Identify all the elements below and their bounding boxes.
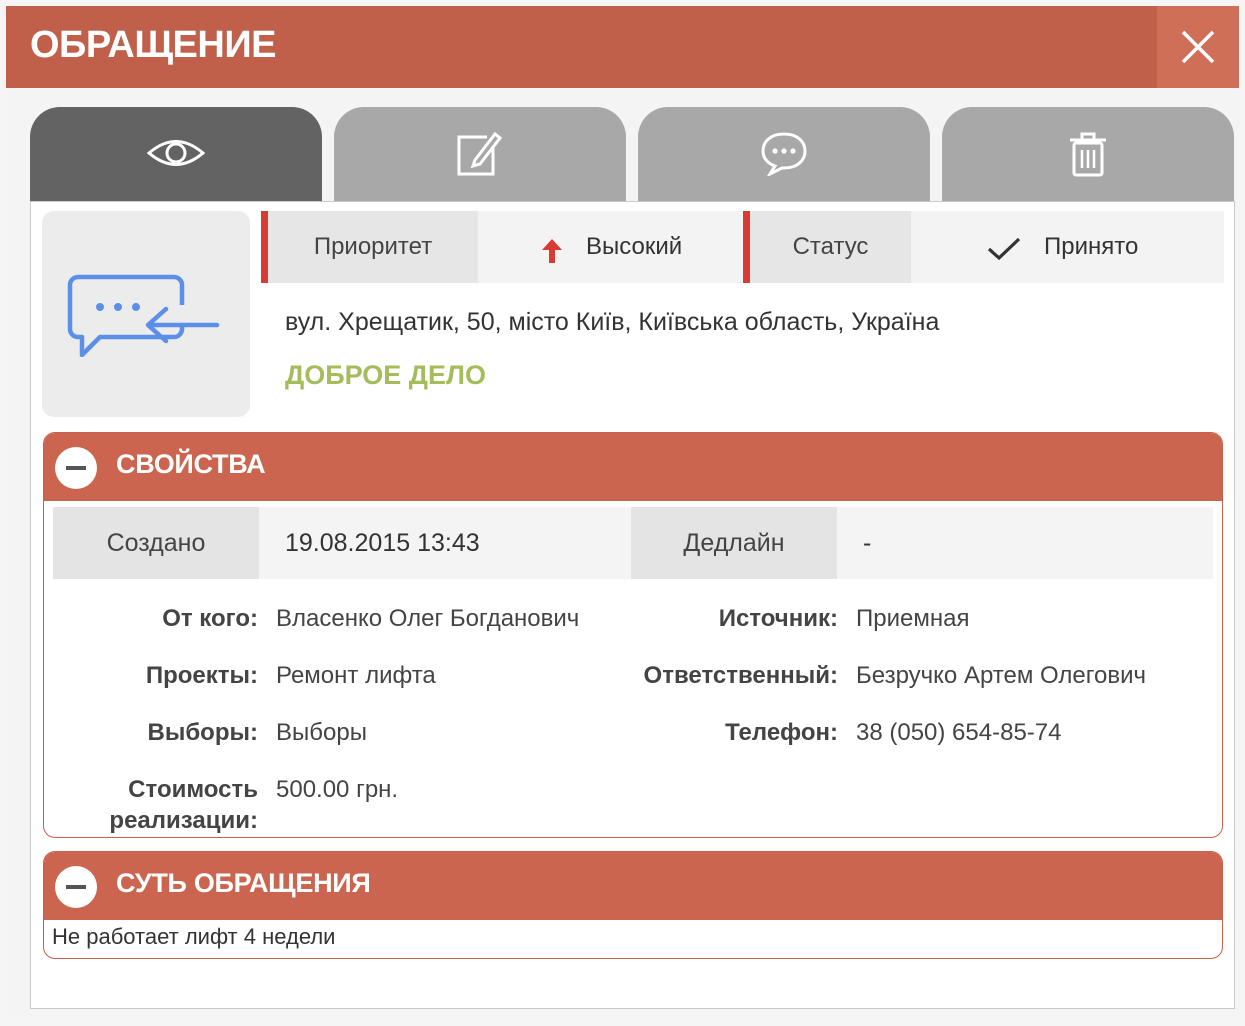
created-value: 19.08.2015 13:43 <box>259 507 631 579</box>
cost-label-line1: Стоимость <box>128 776 258 803</box>
request-panel: Приоритет Высокий Статус Принято вул. Хр… <box>30 201 1235 1009</box>
tab-view[interactable] <box>30 107 322 201</box>
tab-delete[interactable] <box>942 107 1234 201</box>
essence-title: СУТЬ ОБРАЩЕНИЯ <box>116 868 371 898</box>
request-modal: ОБРАЩЕНИЕ Приоритет Высокий Статус Приня… <box>6 6 1239 1018</box>
tab-bar <box>30 107 1235 201</box>
priority-value-cell: Высокий <box>478 211 745 283</box>
status-value-cell: Принято <box>911 211 1224 283</box>
status-row: Статус Принято <box>743 211 1224 283</box>
collapse-icon[interactable] <box>55 447 97 489</box>
deadline-value: - <box>837 507 1213 579</box>
request-address: вул. Хрещатик, 50, місто Київ, Київська … <box>285 308 940 336</box>
priority-marker <box>261 211 268 283</box>
projects-label: Проекты: <box>145 662 258 689</box>
created-label: Создано <box>53 507 259 579</box>
phone-value: 38 (050) 654-85-74 <box>856 719 1062 746</box>
tab-comments[interactable] <box>638 107 930 201</box>
check-icon <box>987 237 1021 261</box>
status-label: Статус <box>750 211 911 283</box>
chat-icon <box>761 132 807 176</box>
phone-label: Телефон: <box>725 719 838 746</box>
cost-value: 500.00 грн. <box>276 776 399 803</box>
status-marker <box>743 211 750 283</box>
trash-icon <box>1070 132 1106 177</box>
modal-header: ОБРАЩЕНИЕ <box>6 6 1239 88</box>
edit-icon <box>457 131 503 176</box>
from-label: От кого: <box>162 605 258 632</box>
properties-header[interactable]: СВОЙСТВА <box>44 433 1222 501</box>
modal-title: ОБРАЩЕНИЕ <box>30 24 277 66</box>
priority-value: Высокий <box>586 233 683 260</box>
priority-row: Приоритет Высокий <box>261 211 745 283</box>
responsible-value: Безручко Артем Олегович <box>856 662 1146 689</box>
projects-value: Ремонт лифта <box>276 662 436 689</box>
priority-label: Приоритет <box>268 211 478 283</box>
collapse-icon[interactable] <box>55 866 97 908</box>
deadline-label: Дедлайн <box>631 507 837 579</box>
elections-value: Выборы <box>276 719 367 746</box>
essence-section: СУТЬ ОБРАЩЕНИЯ Не работает лифт 4 недели <box>43 851 1223 959</box>
request-type-avatar <box>42 211 250 417</box>
essence-text: Не работает лифт 4 недели <box>52 924 336 949</box>
request-category: ДОБРОЕ ДЕЛО <box>285 360 486 390</box>
incoming-message-icon <box>67 274 220 357</box>
tab-edit[interactable] <box>334 107 626 201</box>
responsible-label: Ответственный: <box>643 662 838 689</box>
essence-header[interactable]: СУТЬ ОБРАЩЕНИЯ <box>44 852 1222 920</box>
status-value: Принято <box>1044 233 1139 260</box>
source-value: Приемная <box>856 605 970 632</box>
arrow-up-icon <box>542 239 562 263</box>
properties-title: СВОЙСТВА <box>116 449 266 479</box>
properties-section: СВОЙСТВА Создано 19.08.2015 13:43 Дедлай… <box>43 432 1223 838</box>
close-button[interactable] <box>1157 6 1239 88</box>
cost-label-line2: реализации: <box>109 807 258 834</box>
eye-icon <box>146 140 206 166</box>
close-icon <box>1181 30 1215 64</box>
from-value: Власенко Олег Богданович <box>276 605 580 632</box>
properties-table: Создано 19.08.2015 13:43 Дедлайн - <box>53 507 1213 579</box>
source-label: Источник: <box>718 605 838 632</box>
elections-label: Выборы: <box>147 719 258 746</box>
